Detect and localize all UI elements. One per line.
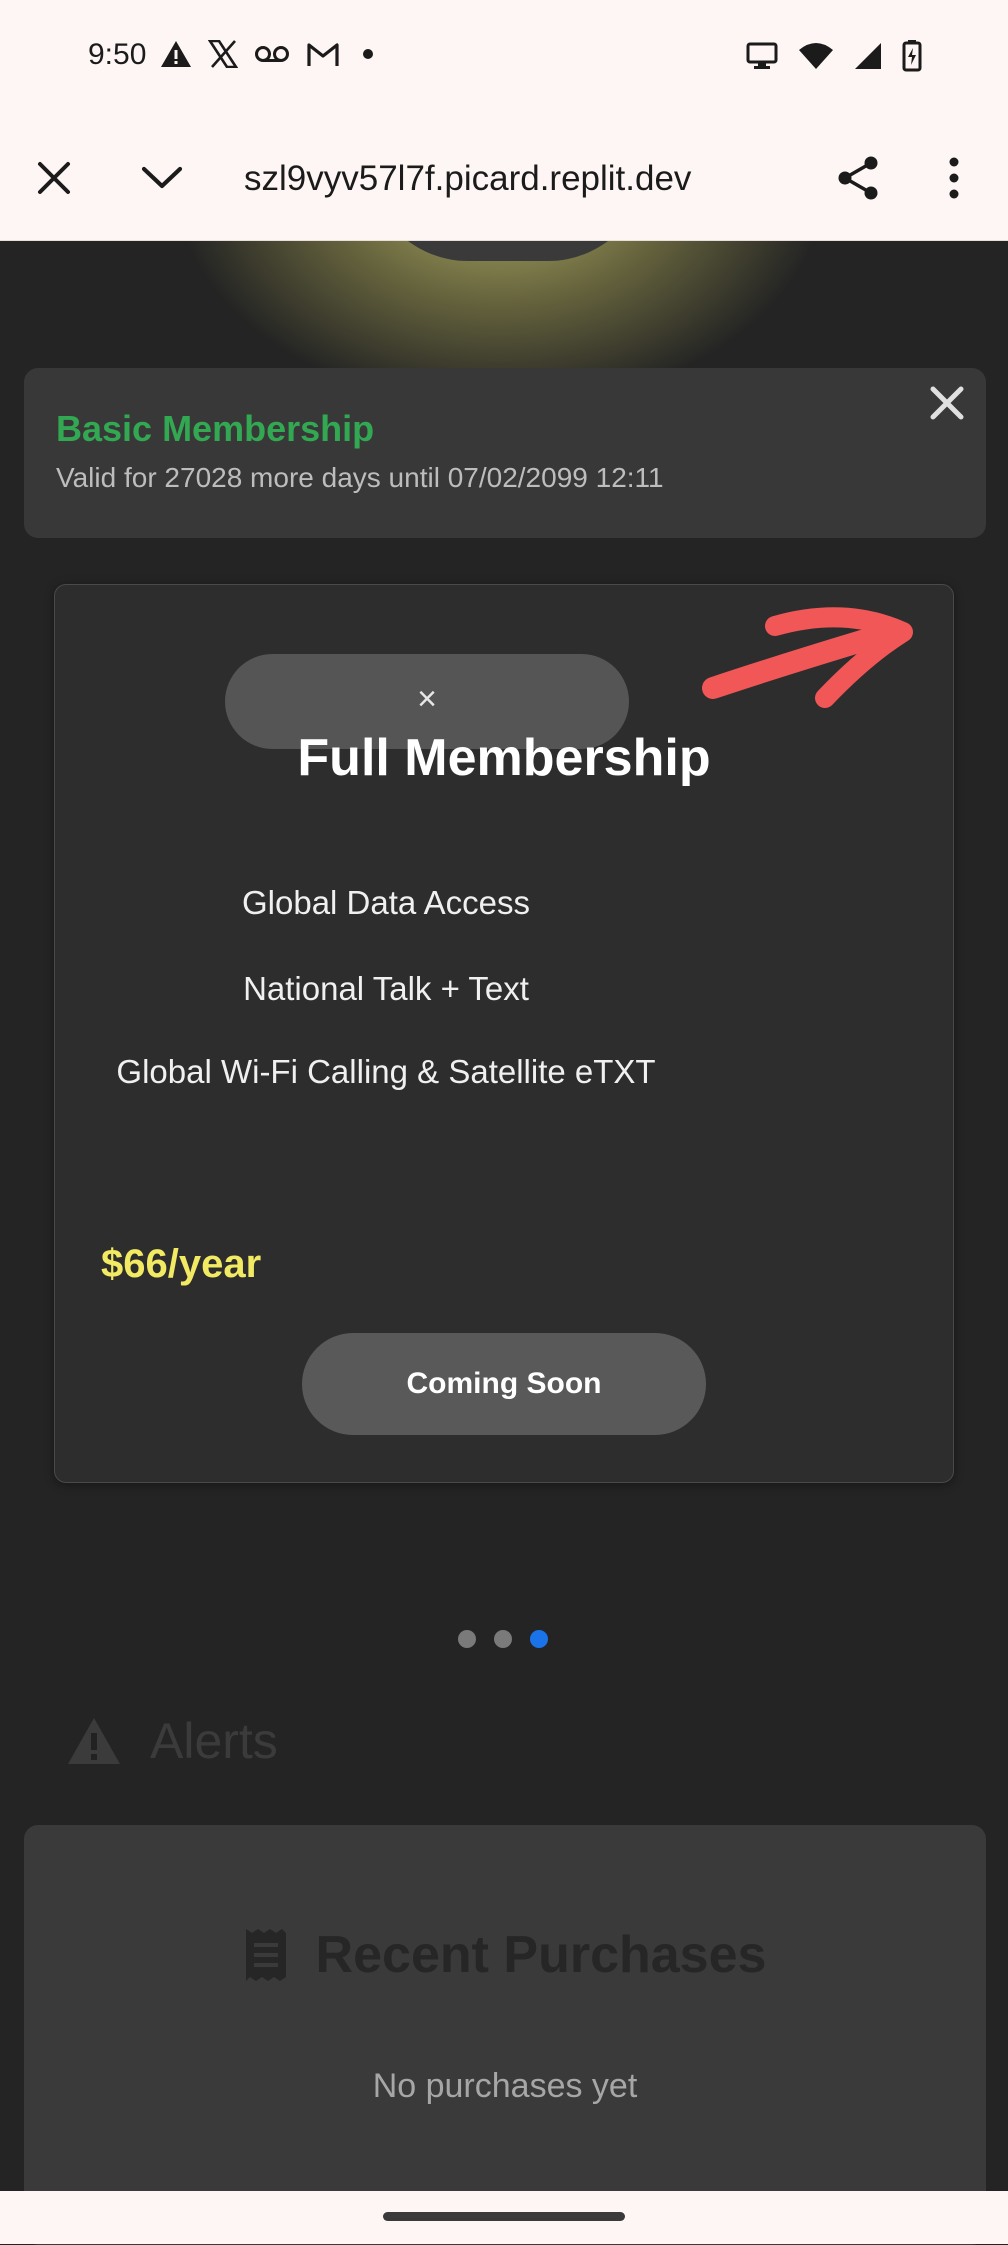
address-bar-url[interactable]: szl9vyv57l7f.picard.replit.dev (244, 152, 744, 206)
alerts-label: Alerts (150, 1713, 278, 1769)
status-time: 9:50 (88, 38, 147, 71)
feature-item: National Talk + Text (243, 970, 529, 1007)
browser-toolbar: szl9vyv57l7f.picard.replit.dev (0, 118, 1008, 241)
carousel-dot-active[interactable] (530, 1630, 548, 1648)
annotation-arrow (702, 607, 913, 708)
warning-icon (160, 40, 192, 68)
x-icon (208, 40, 238, 68)
basic-membership-validity: Valid for 27028 more days until 07/02/20… (56, 462, 664, 493)
warning-icon (68, 1718, 120, 1764)
status-bar: 9:50 (0, 0, 1008, 118)
gmail-icon (306, 41, 340, 67)
alerts-section-header: Alerts (66, 1712, 278, 1770)
more-vert-icon (949, 157, 959, 199)
full-membership-title: Full Membership (297, 729, 711, 787)
share-button[interactable] (828, 148, 888, 208)
recent-purchases-card: Recent Purchases No purchases yet (24, 1825, 986, 2245)
carousel-indicator (458, 1630, 548, 1648)
minimize-button[interactable] (132, 148, 192, 208)
basic-membership-title: Basic Membership (56, 408, 375, 449)
close-icon (38, 162, 70, 194)
dot-icon (356, 48, 380, 60)
chevron-down-icon (141, 166, 183, 189)
coming-soon-button[interactable]: Coming Soon (302, 1333, 706, 1435)
price-label: $66/year (101, 1242, 262, 1286)
feature-item: Global Wi-Fi Calling & Satellite eTXT (116, 1053, 656, 1090)
battery-charging-icon (902, 40, 922, 72)
voicemail-icon (254, 44, 290, 64)
carousel-dot[interactable] (494, 1630, 512, 1648)
signal-icon (854, 42, 882, 70)
close-icon: × (417, 680, 437, 718)
wifi-icon (798, 42, 834, 70)
feature-item: Global Data Access (242, 884, 530, 921)
close-tab-button[interactable] (24, 148, 84, 208)
share-icon (838, 156, 878, 200)
carousel-dot[interactable] (458, 1630, 476, 1648)
receipt-icon (245, 1929, 286, 1981)
recent-purchases-title: Recent Purchases (315, 1926, 767, 1984)
empty-purchases-message: No purchases yet (372, 2067, 638, 2105)
more-menu-button[interactable] (924, 148, 984, 208)
close-icon (930, 386, 964, 420)
basic-membership-card: Basic Membership Valid for 27028 more da… (24, 368, 986, 538)
recent-purchases-header: Recent Purchases (24, 1925, 986, 1985)
home-gesture-handle[interactable] (383, 2212, 625, 2221)
basic-card-close-button[interactable] (922, 378, 972, 428)
notification-icons (160, 40, 380, 68)
navigation-bar (0, 2191, 1008, 2244)
system-icons (746, 40, 922, 72)
cast-icon (746, 42, 778, 70)
